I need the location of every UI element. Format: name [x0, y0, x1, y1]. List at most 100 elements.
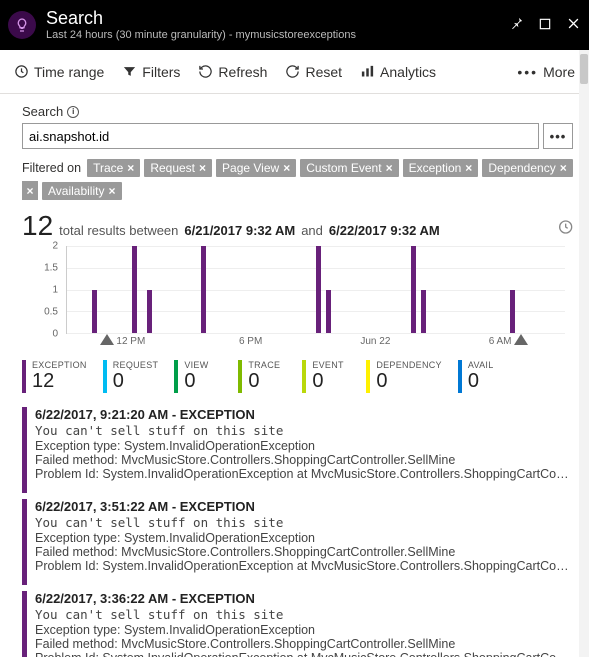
toolbar: Time range Filters Refresh Reset Analyti…: [0, 50, 589, 94]
category-event[interactable]: EVENT0: [302, 360, 358, 393]
item-exception-type: Exception type: System.InvalidOperationE…: [35, 531, 573, 545]
category-label: REQUEST: [113, 360, 159, 370]
reset-button[interactable]: Reset: [285, 64, 342, 80]
category-value: 0: [184, 370, 222, 393]
result-item[interactable]: 6/22/2017, 3:51:22 AM - EXCEPTIONYou can…: [22, 499, 573, 585]
search-label-row: Search i: [22, 104, 573, 119]
pill-remove-icon[interactable]: ×: [386, 161, 393, 175]
results-summary: 12 total results between 6/21/2017 9:32 …: [22, 210, 573, 242]
results-between-label: total results between: [59, 223, 178, 238]
category-label: AVAIL: [468, 360, 506, 370]
item-problem-id: Problem Id: System.InvalidOperationExcep…: [35, 651, 573, 657]
chart-bar[interactable]: [147, 290, 152, 334]
more-button[interactable]: ••• More: [517, 64, 575, 80]
x-tick: 12 PM: [116, 336, 145, 347]
filter-pill-custom-event[interactable]: Custom Event×: [300, 159, 398, 177]
history-icon[interactable]: [557, 219, 573, 238]
item-exception-type: Exception type: System.InvalidOperationE…: [35, 439, 573, 453]
y-tick: 1.5: [44, 263, 58, 274]
category-label: VIEW: [184, 360, 222, 370]
chart-bar[interactable]: [326, 290, 331, 334]
result-item[interactable]: 6/22/2017, 3:36:22 AM - EXCEPTIONYou can…: [22, 591, 573, 657]
category-view[interactable]: VIEW0: [174, 360, 230, 393]
category-label: TRACE: [248, 360, 286, 370]
y-tick: 0: [52, 329, 58, 340]
reset-label: Reset: [305, 64, 342, 80]
filter-pill-dependency[interactable]: Dependency×: [482, 159, 572, 177]
pill-remove-icon[interactable]: ×: [560, 161, 567, 175]
chart-bar[interactable]: [510, 290, 515, 334]
y-tick: 0.5: [44, 307, 58, 318]
item-failed-method: Failed method: MvcMusicStore.Controllers…: [35, 637, 573, 651]
pill-remove-icon[interactable]: ×: [465, 161, 472, 175]
category-label: EVENT: [312, 360, 350, 370]
filter-pill-page-view[interactable]: Page View×: [216, 159, 296, 177]
close-icon[interactable]: [566, 16, 581, 34]
refresh-button[interactable]: Refresh: [198, 64, 267, 80]
chart-bar[interactable]: [411, 246, 416, 333]
item-message: You can't sell stuff on this site: [35, 423, 573, 438]
chart-bar[interactable]: [201, 246, 206, 333]
category-value: 0: [468, 370, 506, 393]
filter-row: Filtered on Trace× Request× Page View× C…: [22, 159, 573, 200]
maximize-icon[interactable]: [538, 17, 552, 34]
item-problem-id: Problem Id: System.InvalidOperationExcep…: [35, 559, 573, 573]
info-icon[interactable]: i: [67, 106, 79, 118]
y-tick: 2: [52, 241, 58, 252]
item-header: 6/22/2017, 3:36:22 AM - EXCEPTION: [35, 591, 573, 606]
analytics-button[interactable]: Analytics: [360, 64, 436, 80]
chart-bar[interactable]: [316, 246, 321, 333]
results-end: 6/22/2017 9:32 AM: [329, 223, 440, 238]
category-value: 0: [376, 370, 442, 393]
pill-remove-icon[interactable]: ×: [127, 161, 134, 175]
category-value: 12: [32, 370, 87, 393]
item-header: 6/22/2017, 9:21:20 AM - EXCEPTION: [35, 407, 573, 422]
ellipsis-icon: •••: [517, 64, 538, 80]
item-problem-id: Problem Id: System.InvalidOperationExcep…: [35, 467, 573, 481]
category-value: 0: [248, 370, 286, 393]
item-failed-method: Failed method: MvcMusicStore.Controllers…: [35, 545, 573, 559]
window-header: Search Last 24 hours (30 minute granular…: [0, 0, 589, 50]
item-failed-method: Failed method: MvcMusicStore.Controllers…: [35, 453, 573, 467]
filter-pill-exception[interactable]: Exception×: [403, 159, 479, 177]
header-subtitle: Last 24 hours (30 minute granularity) - …: [46, 29, 509, 42]
header-title: Search: [46, 8, 509, 29]
category-value: 0: [113, 370, 159, 393]
filter-pill-request[interactable]: Request×: [144, 159, 212, 177]
chart-bar[interactable]: [132, 246, 137, 333]
pill-remove-icon[interactable]: ×: [199, 161, 206, 175]
more-label: More: [543, 64, 575, 80]
results-count: 12: [22, 210, 53, 242]
pin-icon[interactable]: [509, 16, 524, 34]
category-exception[interactable]: EXCEPTION12: [22, 360, 95, 393]
analytics-label: Analytics: [380, 64, 436, 80]
filters-button[interactable]: Filters: [122, 64, 180, 80]
x-tick: 6 PM: [239, 336, 262, 347]
pill-remove-icon[interactable]: ×: [108, 184, 115, 198]
filter-pill-availability[interactable]: Availability×: [42, 182, 122, 200]
search-more-button[interactable]: •••: [543, 123, 573, 149]
filter-pill-trace[interactable]: Trace×: [87, 159, 140, 177]
time-range-label: Time range: [34, 64, 104, 80]
timeline-chart[interactable]: 00.511.52 12 PM6 PMJun 226 AM: [22, 246, 569, 354]
refresh-label: Refresh: [218, 64, 267, 80]
x-tick: 6 AM: [489, 336, 512, 347]
category-dependency[interactable]: DEPENDENCY0: [366, 360, 450, 393]
category-label: DEPENDENCY: [376, 360, 442, 370]
search-label: Search: [22, 104, 63, 119]
results-start: 6/21/2017 9:32 AM: [184, 223, 295, 238]
search-input[interactable]: [22, 123, 539, 149]
category-trace[interactable]: TRACE0: [238, 360, 294, 393]
result-item[interactable]: 6/22/2017, 9:21:20 AM - EXCEPTIONYou can…: [22, 407, 573, 493]
scrollbar-thumb[interactable]: [580, 54, 588, 84]
chart-bar[interactable]: [92, 290, 97, 334]
category-avail[interactable]: AVAIL0: [458, 360, 514, 393]
pill-remove-icon[interactable]: ×: [283, 161, 290, 175]
category-request[interactable]: REQUEST0: [103, 360, 167, 393]
item-message: You can't sell stuff on this site: [35, 607, 573, 622]
y-tick: 1: [52, 285, 58, 296]
filters-label: Filters: [142, 64, 180, 80]
filter-clear-button[interactable]: ×: [22, 181, 38, 200]
time-range-button[interactable]: Time range: [14, 64, 104, 80]
chart-bar[interactable]: [421, 290, 426, 334]
